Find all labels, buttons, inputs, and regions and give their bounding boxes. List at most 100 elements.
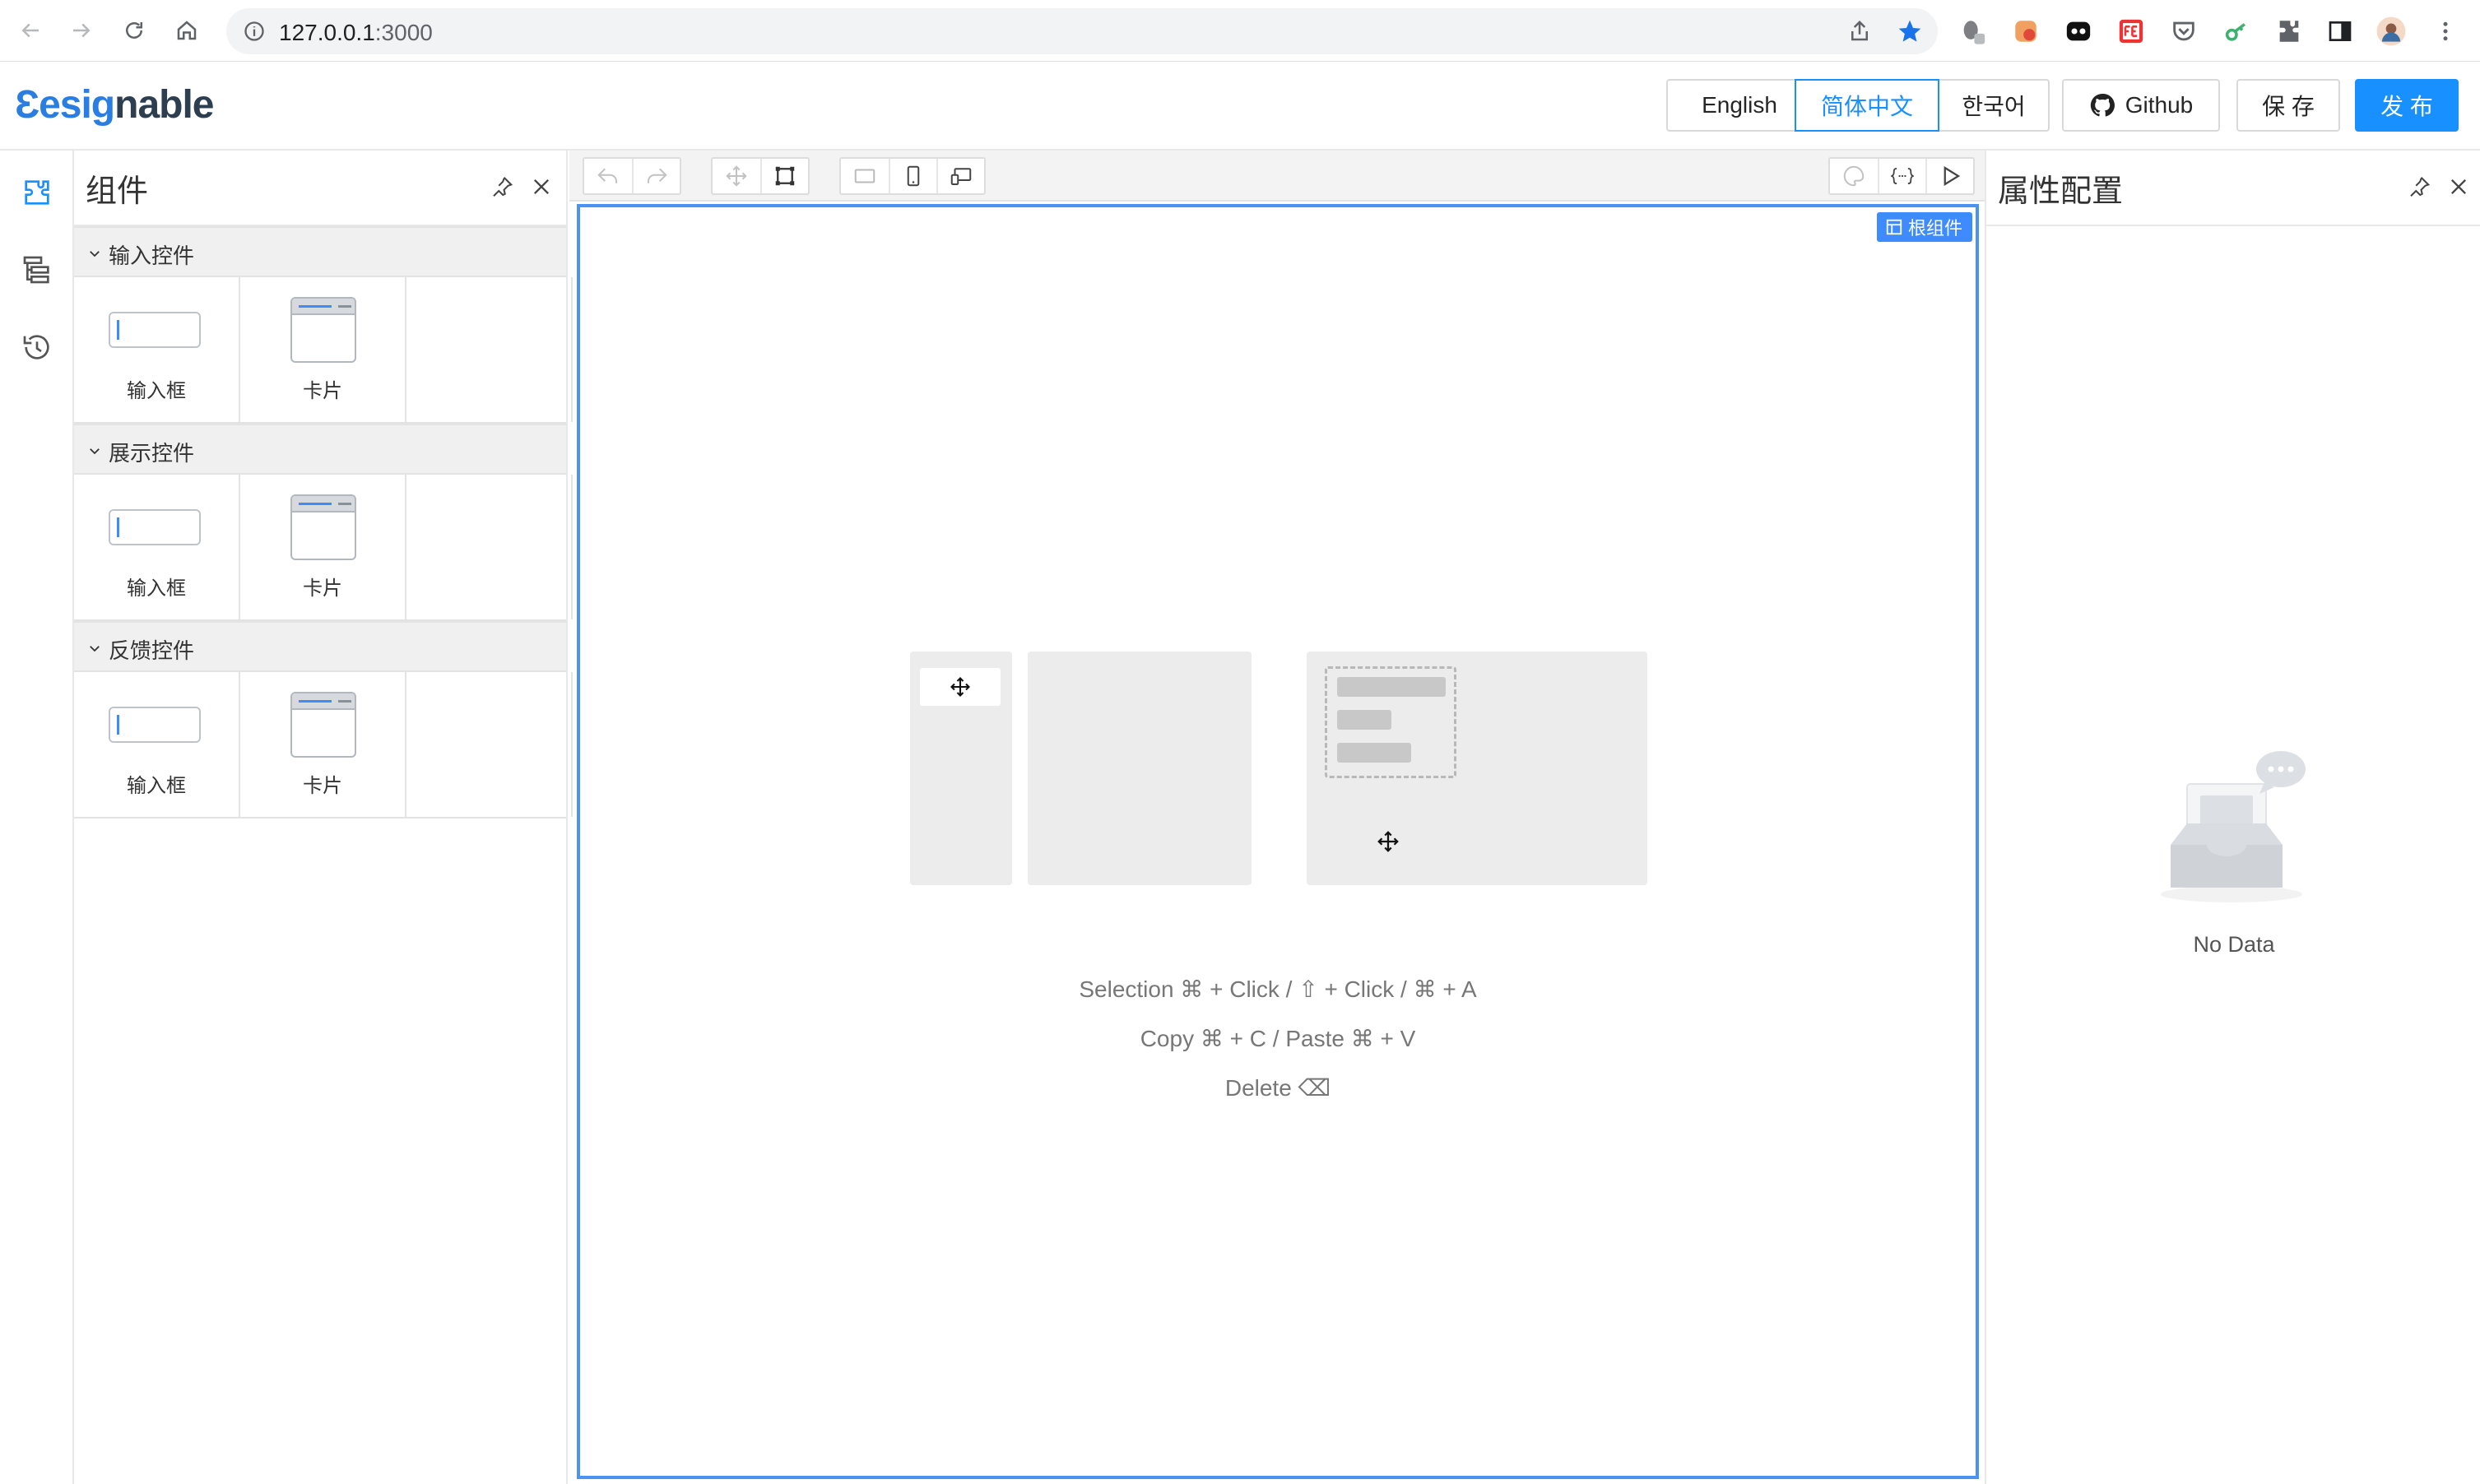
url-text: 127.0.0.1:3000 — [279, 20, 433, 46]
close-panel-button[interactable] — [2442, 170, 2475, 203]
component-item-empty — [406, 475, 573, 619]
save-button[interactable]: 保 存 — [2236, 79, 2340, 132]
property-panel: 属性配置 No Data — [1985, 151, 2480, 1484]
redo-button[interactable] — [632, 159, 680, 193]
design-canvas[interactable]: 根组件 Selection ⌘ + Click / ⇧ + Click / ⌘ … — [577, 204, 1979, 1479]
back-button[interactable] — [12, 12, 49, 49]
component-label: 输入框 — [127, 380, 186, 402]
component-item-input[interactable]: 输入框 — [74, 475, 240, 619]
share-icon[interactable] — [1847, 19, 1872, 44]
group-header-display[interactable]: 展示控件 — [74, 424, 566, 475]
move-cursor-icon — [1377, 831, 1399, 852]
pocket-icon[interactable] — [2166, 13, 2202, 49]
component-item-input[interactable]: 输入框 — [74, 277, 240, 422]
mobile-screen-button[interactable] — [889, 159, 936, 193]
browser-menu-icon[interactable] — [2427, 13, 2464, 49]
responsive-screen-button[interactable] — [936, 159, 984, 193]
chevron-down-icon — [90, 251, 100, 257]
layout-icon — [1886, 219, 1902, 235]
components-tab[interactable] — [15, 170, 59, 215]
input-box-icon — [109, 509, 201, 545]
extension-icon-fe[interactable] — [2113, 13, 2149, 49]
left-icon-rail — [0, 151, 74, 1484]
lang-english-button[interactable]: English — [1666, 79, 1813, 132]
input-box-icon — [109, 707, 201, 743]
panel-divider — [1986, 225, 2480, 226]
github-button[interactable]: Github — [2062, 79, 2220, 132]
redo-icon — [648, 168, 667, 183]
arrow-left-icon — [21, 23, 39, 38]
undo-button[interactable] — [584, 159, 632, 193]
publish-button[interactable]: 发 布 — [2355, 79, 2459, 132]
card-icon — [290, 692, 356, 758]
component-item-card[interactable]: 卡片 — [240, 277, 406, 422]
close-icon — [534, 179, 549, 194]
reload-button[interactable] — [115, 12, 153, 49]
avatar[interactable] — [2373, 13, 2409, 49]
extension-icon-2[interactable] — [2008, 13, 2044, 49]
component-label: 卡片 — [303, 380, 342, 402]
move-cursor-icon — [950, 677, 970, 697]
logo-prefix: Ɛesig — [15, 82, 115, 127]
component-item-empty — [406, 277, 573, 422]
puzzle-icon — [25, 180, 49, 205]
logo: Ɛesig nable — [15, 81, 215, 128]
star-bookmark-icon[interactable] — [1897, 18, 1923, 44]
chevron-down-icon — [90, 448, 100, 455]
cursor-button-group — [711, 157, 810, 195]
palette-icon — [1843, 165, 1865, 187]
component-grid: 输入框 卡片 — [74, 672, 573, 819]
pin-panel-button[interactable] — [485, 170, 518, 203]
select-tool-button[interactable] — [760, 159, 808, 193]
arrow-right-icon — [73, 23, 91, 38]
info-icon[interactable] — [243, 20, 266, 43]
component-grid: 输入框 卡片 — [74, 277, 573, 424]
group-header-feedback[interactable]: 反馈控件 — [74, 621, 566, 672]
component-label: 输入框 — [127, 577, 186, 600]
component-item-card[interactable]: 卡片 — [240, 672, 406, 817]
design-mode-button[interactable] — [1830, 159, 1878, 193]
code-braces-icon — [1891, 167, 1914, 185]
group-title: 输入控件 — [109, 243, 195, 268]
close-panel-button[interactable] — [525, 170, 558, 203]
side-panel-icon[interactable] — [2322, 13, 2358, 49]
outline-tree-tab[interactable] — [15, 248, 59, 292]
lang-chinese-button[interactable]: 简体中文 — [1795, 79, 1939, 132]
group-header-input[interactable]: 输入控件 — [74, 226, 566, 277]
pc-screen-button[interactable] — [841, 159, 889, 193]
forward-button[interactable] — [63, 12, 100, 49]
url-port: :3000 — [374, 20, 433, 45]
puzzle-extensions-icon[interactable] — [2271, 13, 2307, 49]
design-mode-button-group — [1828, 157, 1975, 195]
component-item-card[interactable]: 卡片 — [240, 475, 406, 619]
app-header: Ɛesig nable English 简体中文 한국어 Github 保 存 发… — [0, 62, 2480, 151]
component-label: 卡片 — [303, 577, 342, 600]
browser-toolbar: 127.0.0.1:3000 — [0, 0, 2480, 62]
preview-mode-button[interactable] — [1925, 159, 1973, 193]
extension-icon-3[interactable] — [2060, 13, 2097, 49]
pin-panel-button[interactable] — [2403, 170, 2436, 203]
json-mode-button[interactable] — [1878, 159, 1925, 193]
canvas-toolbar — [569, 151, 1985, 202]
pin-icon — [493, 177, 513, 197]
home-button[interactable] — [168, 12, 206, 49]
lang-korean-button[interactable]: 한국어 — [1938, 79, 2050, 132]
component-label: 输入框 — [127, 775, 186, 797]
components-panel-title: 组件 — [86, 174, 149, 209]
component-item-input[interactable]: 输入框 — [74, 672, 240, 817]
component-grid: 输入框 卡片 — [74, 475, 573, 621]
move-tool-button[interactable] — [713, 159, 760, 193]
phone-icon — [907, 165, 920, 187]
root-component-badge[interactable]: 根组件 — [1876, 212, 1972, 242]
component-label: 卡片 — [303, 775, 342, 797]
chevron-down-icon — [90, 646, 100, 652]
placeholder-content-block — [1028, 652, 1252, 885]
address-bar[interactable]: 127.0.0.1:3000 — [226, 8, 1938, 54]
history-tab[interactable] — [15, 325, 59, 369]
extension-icon-green[interactable] — [2218, 13, 2255, 49]
close-icon — [2451, 179, 2466, 194]
extension-icon-1[interactable] — [1955, 13, 1991, 49]
desktop-icon — [854, 169, 875, 183]
move-icon — [726, 165, 747, 187]
group-title: 反馈控件 — [109, 638, 195, 663]
